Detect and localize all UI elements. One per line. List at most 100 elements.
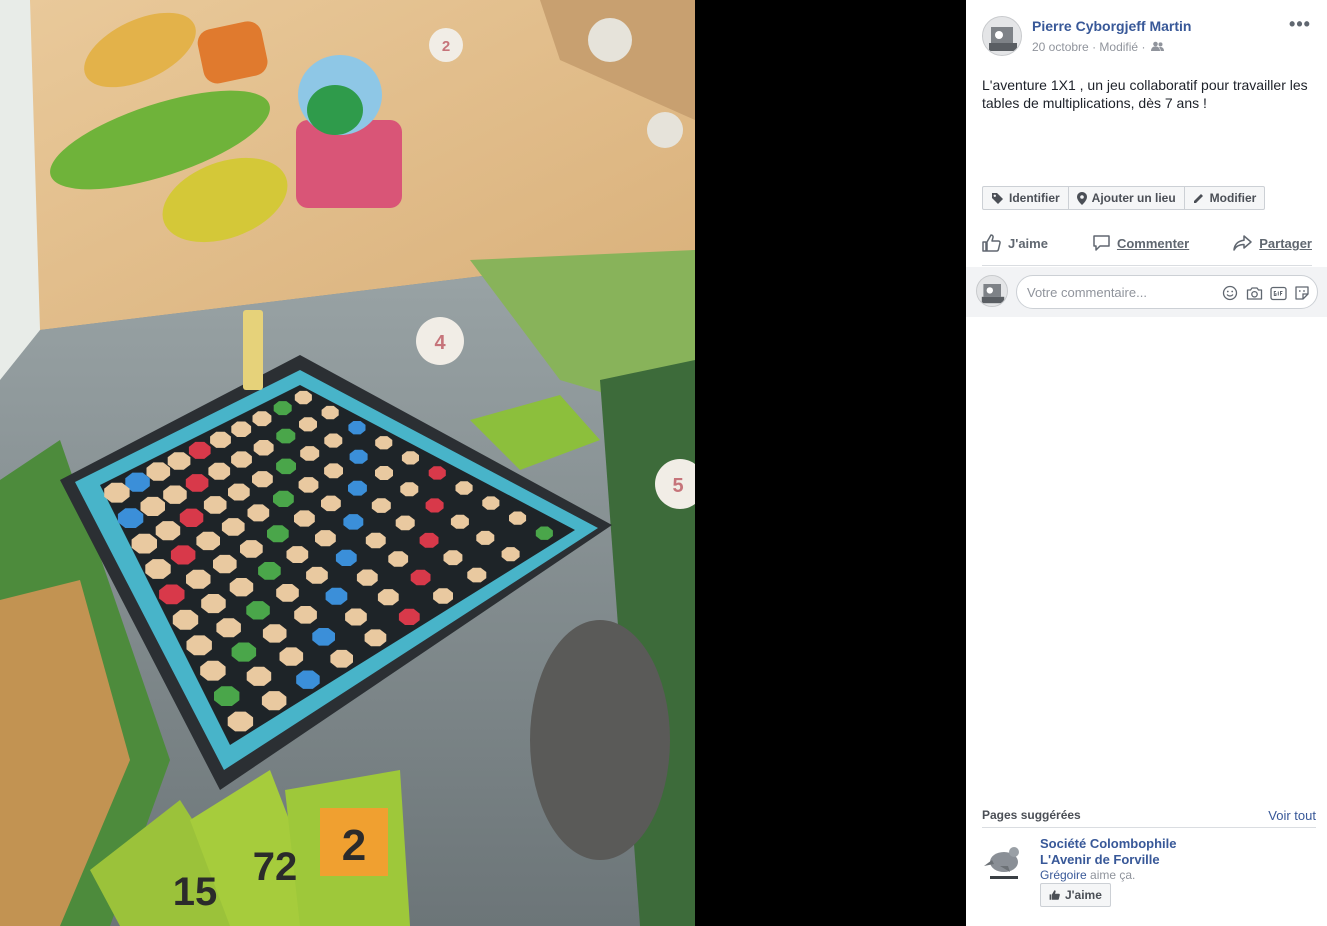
board-tile	[276, 428, 296, 444]
board-tile	[155, 521, 181, 541]
comment-tools	[1221, 284, 1311, 302]
board-tile	[443, 550, 463, 566]
board-tile	[324, 433, 343, 448]
post-meta: 20 octobre · Modifié ·	[1032, 40, 1164, 55]
board-tile	[131, 533, 157, 554]
add-place-label: Ajouter un lieu	[1091, 191, 1176, 205]
board-tile	[467, 567, 487, 583]
sticker-icon[interactable]	[1293, 284, 1311, 302]
board-tile	[356, 569, 378, 586]
board-tile	[188, 441, 211, 459]
post-photo[interactable]: 2 4 5 15 72 2	[0, 0, 695, 926]
board-tile	[509, 511, 527, 525]
page-like-label: J'aime	[1065, 888, 1102, 902]
board-tile	[298, 477, 319, 493]
board-tile	[294, 606, 317, 624]
board-tile	[231, 642, 257, 662]
suggested-page-avatar[interactable]	[982, 836, 1026, 884]
like-button[interactable]: J'aime	[982, 228, 1048, 265]
board-tile	[170, 545, 196, 565]
board-tile	[400, 482, 419, 497]
board-tile	[247, 504, 270, 522]
board-tile	[476, 530, 495, 545]
board-tile	[279, 647, 304, 666]
board-tile	[201, 594, 226, 614]
board-tile	[395, 515, 415, 531]
edit-button[interactable]: Modifier	[1185, 187, 1265, 209]
board-tile	[117, 508, 144, 528]
author-avatar[interactable]	[982, 16, 1022, 56]
badge-4: 4	[434, 332, 446, 354]
suggested-page-name[interactable]: Société Colombophile L'Avenir de Forvill…	[1040, 836, 1240, 868]
board-tile	[501, 547, 520, 562]
share-button[interactable]: Partager	[1233, 228, 1312, 265]
board-tile	[425, 498, 444, 513]
board-tile	[276, 458, 296, 475]
comment-input[interactable]	[1027, 283, 1217, 301]
board-tile	[428, 466, 446, 480]
author-name[interactable]: Pierre Cyborgjeff Martin	[1032, 18, 1191, 34]
badge-2: 2	[442, 38, 450, 55]
board-tile	[410, 569, 431, 586]
board-tile	[371, 498, 391, 513]
comment-composer	[966, 267, 1327, 317]
board-tile	[240, 540, 263, 558]
post-date[interactable]: 20 octobre	[1032, 40, 1089, 54]
board-tile	[324, 463, 343, 479]
board-tile	[348, 480, 367, 496]
board-tile	[210, 431, 231, 448]
board-tile	[335, 549, 357, 566]
board-tile	[294, 390, 312, 405]
board-tile	[216, 618, 241, 638]
board-tile	[231, 451, 252, 468]
board-tile	[349, 449, 368, 464]
pigeon-logo-icon	[982, 836, 1026, 884]
board-tile	[312, 628, 335, 646]
location-pin-icon	[1076, 191, 1087, 205]
gif-icon[interactable]	[1269, 284, 1287, 302]
board-tile	[228, 483, 250, 501]
add-place-button[interactable]: Ajouter un lieu	[1069, 187, 1185, 209]
board-tile	[306, 566, 328, 584]
photo-viewer: 2 4 5 15 72 2 Pierre Cyborgjeff Martin 2…	[0, 0, 1327, 926]
board-game-photo: 2 4 5 15 72 2	[0, 0, 695, 926]
board-tile	[227, 711, 254, 732]
board-tile	[299, 417, 317, 432]
board-tile	[196, 531, 220, 551]
comment-button[interactable]: Commenter	[1092, 228, 1189, 265]
board-tile	[208, 462, 231, 480]
suggested-pages-title: Pages suggérées	[982, 808, 1081, 822]
board-tile	[364, 629, 387, 647]
share-arrow-icon	[1233, 235, 1252, 251]
current-user-avatar[interactable]	[976, 275, 1008, 307]
board-tile	[401, 451, 419, 465]
see-all-link[interactable]: Voir tout	[1268, 808, 1316, 823]
more-options-button[interactable]: •••	[1288, 15, 1312, 36]
board-tile	[252, 471, 273, 488]
emoji-icon[interactable]	[1221, 284, 1239, 302]
board-tile	[273, 401, 292, 416]
board-tile	[231, 421, 252, 437]
board-tile	[321, 495, 341, 512]
comment-input-box[interactable]	[1016, 275, 1318, 309]
board-tile	[258, 562, 281, 580]
liker-suffix: aime ça.	[1086, 868, 1136, 882]
post-details-panel: Pierre Cyborgjeff Martin 20 octobre · Mo…	[966, 0, 1327, 926]
suggested-pages-header: Pages suggérées Voir tout	[982, 806, 1316, 828]
like-label: J'aime	[1008, 236, 1048, 251]
comment-icon	[1093, 235, 1110, 251]
board-tile	[140, 496, 165, 516]
board-tile	[296, 670, 320, 689]
identify-button[interactable]: Identifier	[983, 187, 1069, 209]
camera-icon[interactable]	[1245, 284, 1263, 302]
photo-tag-bar: Identifier Ajouter un lieu Modifier	[982, 186, 1266, 210]
page-like-button[interactable]: J'aime	[1040, 883, 1111, 907]
board-tile	[365, 532, 386, 549]
board-tile	[146, 462, 171, 481]
friends-audience-icon[interactable]	[1150, 41, 1164, 55]
board-tile	[167, 452, 191, 470]
board-tile	[330, 649, 353, 668]
liker-name[interactable]: Grégoire	[1040, 868, 1087, 882]
edited-label[interactable]: Modifié	[1099, 40, 1138, 54]
board-tile	[246, 601, 270, 620]
